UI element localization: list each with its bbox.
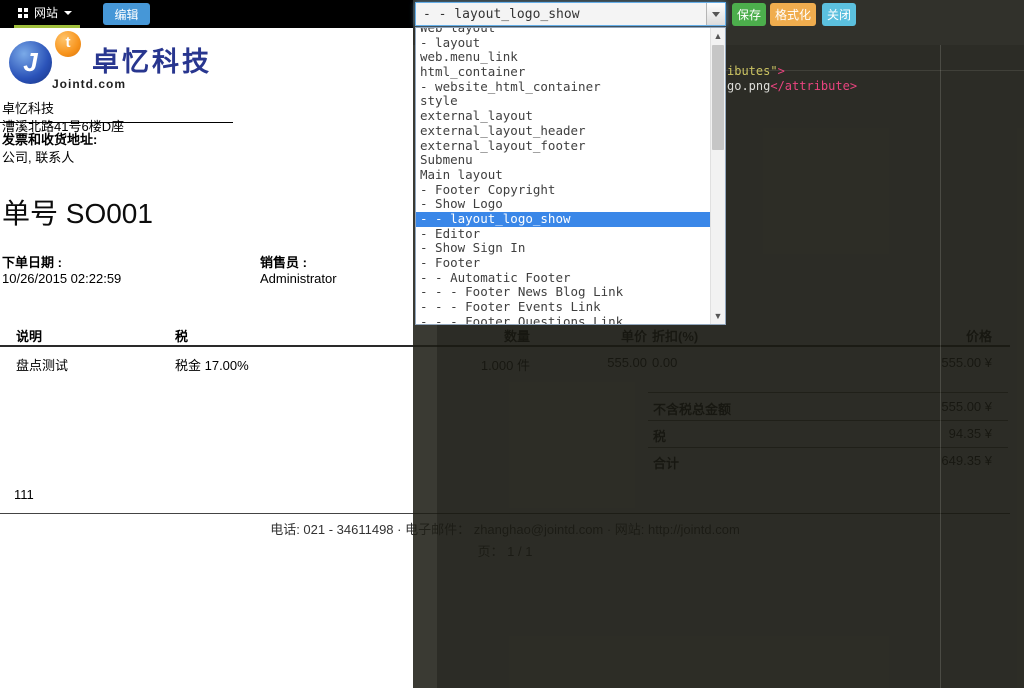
view-option[interactable]: - Footer Copyright <box>416 183 710 198</box>
company-logo-title: 卓忆科技 <box>92 40 212 79</box>
view-option[interactable]: - Show Sign In <box>416 241 710 256</box>
view-option[interactable]: - - - Footer News Blog Link <box>416 285 710 300</box>
company-name: 卓忆科技 <box>2 98 54 117</box>
billing-shipping-label: 发票和收货地址: <box>2 129 97 148</box>
view-option[interactable]: Submenu <box>416 153 710 168</box>
scrollbar-thumb[interactable] <box>712 45 724 150</box>
salesperson-label: 销售员 : <box>260 252 307 271</box>
address-divider <box>0 122 233 123</box>
order-note: 111 <box>14 487 34 502</box>
table-header-description: 说明 <box>16 326 42 345</box>
format-button[interactable]: 格式化 <box>770 3 816 26</box>
logo-orange-circle: t <box>55 31 81 57</box>
view-option[interactable]: html_container <box>416 65 710 80</box>
order-number-title: 单号 SO001 <box>2 192 153 232</box>
dropdown-scrollbar[interactable]: ▲ ▼ <box>710 28 725 324</box>
chevron-down-icon <box>712 12 720 17</box>
nav-active-underline <box>14 25 80 28</box>
scroll-down-icon[interactable]: ▼ <box>711 309 725 323</box>
logo-blue-circle: J <box>9 41 52 84</box>
code-text-token: go.png <box>727 79 770 93</box>
nav-website-label: 网站 <box>34 4 58 21</box>
select-arrow-box[interactable] <box>706 3 725 25</box>
view-option[interactable]: web.menu_link <box>416 50 710 65</box>
view-option[interactable]: - Editor <box>416 227 710 242</box>
salesperson-value: Administrator <box>260 271 337 286</box>
view-option[interactable]: - - layout_logo_show <box>416 212 710 227</box>
view-option[interactable]: Main layout <box>416 168 710 183</box>
template-dropdown-popup: Web layout- layoutweb.menu_linkhtml_cont… <box>415 27 726 325</box>
apps-grid-icon <box>18 8 28 18</box>
company-logo-domain: Jointd.com <box>52 77 126 91</box>
editor-print-margin <box>940 45 941 688</box>
template-select-value: - - layout_logo_show <box>416 7 706 22</box>
order-date-label: 下单日期 : <box>2 252 62 271</box>
screen: J t 卓忆科技 Jointd.com 卓忆科技 漕溪北路41号6楼D座 发票和… <box>0 0 1024 688</box>
order-date-value: 10/26/2015 02:22:59 <box>2 271 121 286</box>
close-button[interactable]: 关闭 <box>822 3 856 26</box>
table-cell-description: 盘点测试 <box>16 355 68 374</box>
code-tag-token: > <box>778 64 785 78</box>
chevron-down-icon <box>64 11 72 15</box>
template-options-list: Web layout- layoutweb.menu_linkhtml_cont… <box>416 27 710 325</box>
view-option[interactable]: - layout <box>416 36 710 51</box>
template-select[interactable]: - - layout_logo_show <box>415 2 726 26</box>
view-option[interactable]: style <box>416 94 710 109</box>
view-option[interactable]: - - - Footer Events Link <box>416 300 710 315</box>
billing-shipping-value: 公司, 联系人 <box>2 147 74 166</box>
code-tag-token: </attribute> <box>770 79 857 93</box>
view-option[interactable]: - - - Footer Questions Link <box>416 315 710 325</box>
code-string-token: ibutes" <box>727 64 778 78</box>
scroll-up-icon[interactable]: ▲ <box>711 29 725 43</box>
view-option[interactable]: external_layout_header <box>416 124 710 139</box>
table-header-tax: 税 <box>175 326 188 345</box>
view-option[interactable]: - Footer <box>416 256 710 271</box>
view-option[interactable]: - Show Logo <box>416 197 710 212</box>
edit-button[interactable]: 编辑 <box>103 3 150 25</box>
view-option[interactable]: external_layout <box>416 109 710 124</box>
table-cell-tax: 税金 17.00% <box>175 355 249 374</box>
view-option[interactable]: external_layout_footer <box>416 139 710 154</box>
view-option[interactable]: - website_html_container <box>416 80 710 95</box>
code-line: ibutes"> <box>727 64 785 78</box>
code-line: go.png</attribute> <box>727 79 857 93</box>
nav-website-menu[interactable]: 网站 <box>14 0 76 25</box>
save-button[interactable]: 保存 <box>732 3 766 26</box>
view-option[interactable]: - - Automatic Footer <box>416 271 710 286</box>
view-option[interactable]: Web layout <box>416 27 710 36</box>
